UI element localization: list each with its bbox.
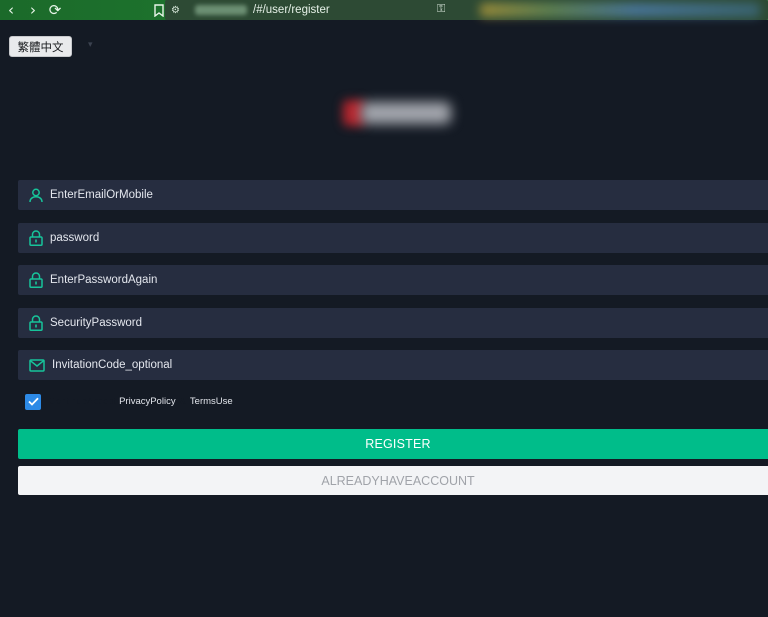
register-button[interactable]: REGISTER xyxy=(18,429,768,459)
password-field[interactable] xyxy=(18,223,768,253)
mail-icon xyxy=(29,358,45,372)
chevron-down-icon[interactable]: ▾ xyxy=(88,40,93,50)
address-bar[interactable]: ⚙ /#/user/register ⚿ xyxy=(165,0,768,20)
privacy-policy-link[interactable]: PrivacyPolicy xyxy=(119,396,176,407)
checkmark-icon xyxy=(27,397,39,406)
agreement-row: ContinueAccept PrivacyPolicy & TermsUse xyxy=(25,393,233,410)
lock-icon xyxy=(29,315,43,331)
site-settings-icon[interactable]: ⚙ xyxy=(171,5,185,16)
security-password-input[interactable] xyxy=(50,317,650,329)
password-input[interactable] xyxy=(50,232,650,244)
already-have-account-button[interactable]: ALREADYHAVEACCOUNT xyxy=(18,466,768,495)
back-arrow-icon[interactable]: ‹ xyxy=(0,0,22,20)
lock-icon xyxy=(29,230,43,246)
agreement-text: ContinueAccept xyxy=(49,396,117,407)
agree-checkbox[interactable] xyxy=(25,393,41,410)
email-or-mobile-field[interactable] xyxy=(18,180,768,210)
confirm-password-input[interactable] xyxy=(50,274,650,286)
email-or-mobile-input[interactable] xyxy=(50,189,650,201)
browser-toolbar: ‹ › ⟳ ⚙ /#/user/register ⚿ xyxy=(0,0,768,20)
invitation-code-input[interactable] xyxy=(52,359,652,371)
url-path: /#/user/register xyxy=(253,4,330,16)
terms-of-use-link[interactable]: TermsUse xyxy=(190,396,233,407)
user-icon xyxy=(29,188,43,202)
brand-logo xyxy=(343,98,451,128)
agreement-separator: & xyxy=(179,396,186,407)
key-icon[interactable]: ⚿ xyxy=(437,2,445,16)
language-select[interactable]: 繁體中文 xyxy=(9,36,72,57)
invitation-code-field[interactable] xyxy=(18,350,768,380)
security-password-field[interactable] xyxy=(18,308,768,338)
reload-icon[interactable]: ⟳ xyxy=(44,0,66,20)
confirm-password-field[interactable] xyxy=(18,265,768,295)
lock-icon xyxy=(29,272,43,288)
forward-arrow-icon[interactable]: › xyxy=(22,0,44,20)
url-domain-blurred xyxy=(195,5,247,15)
extensions-blurred xyxy=(480,3,760,17)
